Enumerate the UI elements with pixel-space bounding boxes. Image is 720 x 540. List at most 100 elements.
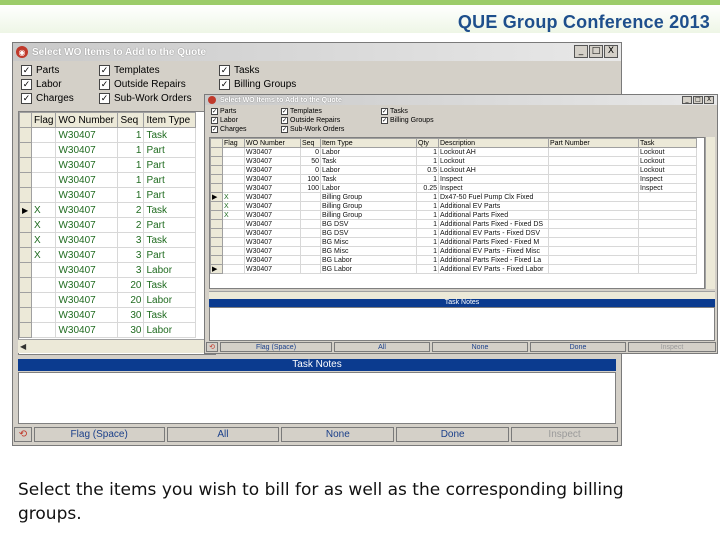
row-selector-icon[interactable] xyxy=(210,210,223,220)
row-selector-icon[interactable] xyxy=(19,277,32,293)
cell-flag[interactable]: X xyxy=(222,210,245,220)
row-selector-icon[interactable] xyxy=(19,142,32,158)
maximize-button[interactable]: □ xyxy=(589,45,603,58)
row-selector-icon[interactable] xyxy=(210,201,223,211)
cell-flag[interactable]: X xyxy=(30,247,57,263)
row-selector-icon[interactable] xyxy=(210,174,223,184)
close-button-2[interactable]: X xyxy=(704,96,714,104)
table-row[interactable]: W30407 1 Part xyxy=(19,172,197,188)
none-button[interactable]: None xyxy=(432,342,528,352)
row-selector-icon[interactable] xyxy=(19,247,32,263)
close-button[interactable]: X xyxy=(604,45,618,58)
column-header-seq[interactable]: Seq xyxy=(117,112,145,128)
window-titlebar[interactable]: ◉ Select WO Items to Add to the Quote _ … xyxy=(13,43,621,61)
table-row[interactable]: X W30407 2 Part xyxy=(19,217,197,233)
horizontal-scrollbar[interactable]: ◀ xyxy=(18,339,216,353)
column-header-flag[interactable]: Flag xyxy=(222,138,245,148)
filter-sub-work-orders-checkbox[interactable]: ✓ Sub-Work Orders xyxy=(99,93,192,104)
row-selector-icon[interactable] xyxy=(210,165,223,175)
cell-flag[interactable] xyxy=(222,255,245,265)
row-selector-icon[interactable] xyxy=(19,172,32,188)
cell-flag[interactable] xyxy=(30,262,57,278)
cell-flag[interactable] xyxy=(222,237,245,247)
table-row[interactable]: W30407 BG Misc 1 Additional EV Parts - Fixe… xyxy=(210,246,697,256)
row-selector-icon[interactable] xyxy=(210,156,223,166)
maximize-button-2[interactable]: □ xyxy=(693,96,703,104)
column-header-seq[interactable]: Seq xyxy=(300,138,321,148)
cell-flag[interactable] xyxy=(30,322,57,338)
filter-billing-groups-checkbox[interactable]: ✓ Billing Groups xyxy=(381,117,434,124)
table-row[interactable]: W30407 BG DSV 1 Additional EV Parts - Fixed… xyxy=(210,228,697,238)
table-row[interactable]: W30407 BG Labor 1 Additional Parts Fixed - … xyxy=(210,255,697,265)
row-selector-icon[interactable]: ▶ xyxy=(19,202,32,218)
column-header-part-number[interactable]: Part Number xyxy=(548,138,639,148)
scroll-left-icon[interactable]: ◀ xyxy=(18,342,28,351)
checkbox-check-icon[interactable]: ✓ xyxy=(21,65,32,76)
checkbox-check-icon[interactable]: ✓ xyxy=(99,93,110,104)
checkbox-check-icon[interactable]: ✓ xyxy=(211,108,218,115)
checkbox-check-icon[interactable]: ✓ xyxy=(211,117,218,124)
column-header-flag[interactable]: Flag xyxy=(30,112,57,128)
cell-flag[interactable] xyxy=(222,246,245,256)
column-header-wo-number[interactable]: WO Number xyxy=(55,112,119,128)
table-row[interactable]: ▶ W30407 BG Labor 1 Additional EV Parts - Fi… xyxy=(210,264,697,274)
row-selector-icon[interactable] xyxy=(19,292,32,308)
cell-flag[interactable] xyxy=(30,157,57,173)
row-selector-icon[interactable]: ▶ xyxy=(210,192,223,202)
inspect-button[interactable]: Inspect xyxy=(628,342,716,352)
wo-items-grid[interactable]: Flag WO Number Seq Item Type W30407 1 Task W304… xyxy=(18,111,216,355)
filter-templates-checkbox[interactable]: ✓ Templates xyxy=(99,65,160,76)
row-selector-icon[interactable]: ▶ xyxy=(210,264,223,274)
filter-tasks-checkbox[interactable]: ✓ Tasks xyxy=(381,108,408,115)
table-row[interactable]: ▶ X W30407 Billing Group 1 Dx47-50 Fuel Pump … xyxy=(210,192,697,202)
table-row[interactable]: W30407 30 Labor xyxy=(19,322,197,338)
row-selector-icon[interactable] xyxy=(19,187,32,203)
task-notes-area[interactable] xyxy=(18,372,616,424)
done-button[interactable]: Done xyxy=(530,342,626,352)
row-selector-icon[interactable] xyxy=(19,322,32,338)
filter-billing-groups-checkbox[interactable]: ✓ Billing Groups xyxy=(219,79,296,90)
cell-flag[interactable] xyxy=(222,156,245,166)
table-row[interactable]: W30407 1 Part xyxy=(19,157,197,173)
cell-flag[interactable] xyxy=(30,187,57,203)
filter-outside-repairs-checkbox[interactable]: ✓ Outside Repairs xyxy=(99,79,186,90)
cell-flag[interactable] xyxy=(30,292,57,308)
cell-flag[interactable]: X xyxy=(30,232,57,248)
column-header-task[interactable]: Task xyxy=(638,138,697,148)
cell-flag[interactable] xyxy=(222,165,245,175)
checkbox-check-icon[interactable]: ✓ xyxy=(211,126,218,133)
cell-flag[interactable] xyxy=(222,219,245,229)
flag-space-button[interactable]: Flag (Space) xyxy=(33,427,165,442)
checkbox-check-icon[interactable]: ✓ xyxy=(381,117,388,124)
cell-flag[interactable] xyxy=(30,142,57,158)
table-row[interactable]: W30407 1 Task xyxy=(19,127,197,143)
task-notes-area-2[interactable] xyxy=(209,307,715,341)
cell-flag[interactable] xyxy=(222,174,245,184)
cell-flag[interactable] xyxy=(222,264,245,274)
minimize-button-2[interactable]: _ xyxy=(682,96,692,104)
table-row[interactable]: X W30407 Billing Group 1 Additional Parts Fi… xyxy=(210,210,697,220)
checkbox-check-icon[interactable]: ✓ xyxy=(219,65,230,76)
table-row[interactable]: X W30407 3 Part xyxy=(19,247,197,263)
checkbox-check-icon[interactable]: ✓ xyxy=(99,79,110,90)
cell-flag[interactable] xyxy=(30,127,57,143)
row-selector-icon[interactable] xyxy=(210,183,223,193)
table-row[interactable]: W30407 20 Labor xyxy=(19,292,197,308)
filter-outside-repairs-checkbox[interactable]: ✓ Outside Repairs xyxy=(281,117,340,124)
row-selector-icon[interactable] xyxy=(210,228,223,238)
flag-toggle-icon[interactable]: ⟲ xyxy=(206,342,218,352)
column-header-qty[interactable]: Qty xyxy=(416,138,439,148)
column-header-wo-number[interactable]: WO Number xyxy=(244,138,301,148)
filter-tasks-checkbox[interactable]: ✓ Tasks xyxy=(219,65,260,76)
table-row[interactable]: W30407 3 Labor xyxy=(19,262,197,278)
column-header-item-type[interactable]: Item Type xyxy=(143,112,197,128)
table-row[interactable]: W30407 20 Task xyxy=(19,277,197,293)
cell-flag[interactable] xyxy=(222,228,245,238)
none-button[interactable]: None xyxy=(281,427,395,442)
horizontal-scrollbar-2[interactable] xyxy=(209,291,715,299)
flag-toggle-icon[interactable]: ⟲ xyxy=(14,427,32,442)
table-row[interactable]: ▶ X W30407 2 Task xyxy=(19,202,197,218)
row-selector-icon[interactable] xyxy=(19,157,32,173)
inspect-button[interactable]: Inspect xyxy=(511,427,619,442)
flag-space-button[interactable]: Flag (Space) xyxy=(220,342,332,352)
